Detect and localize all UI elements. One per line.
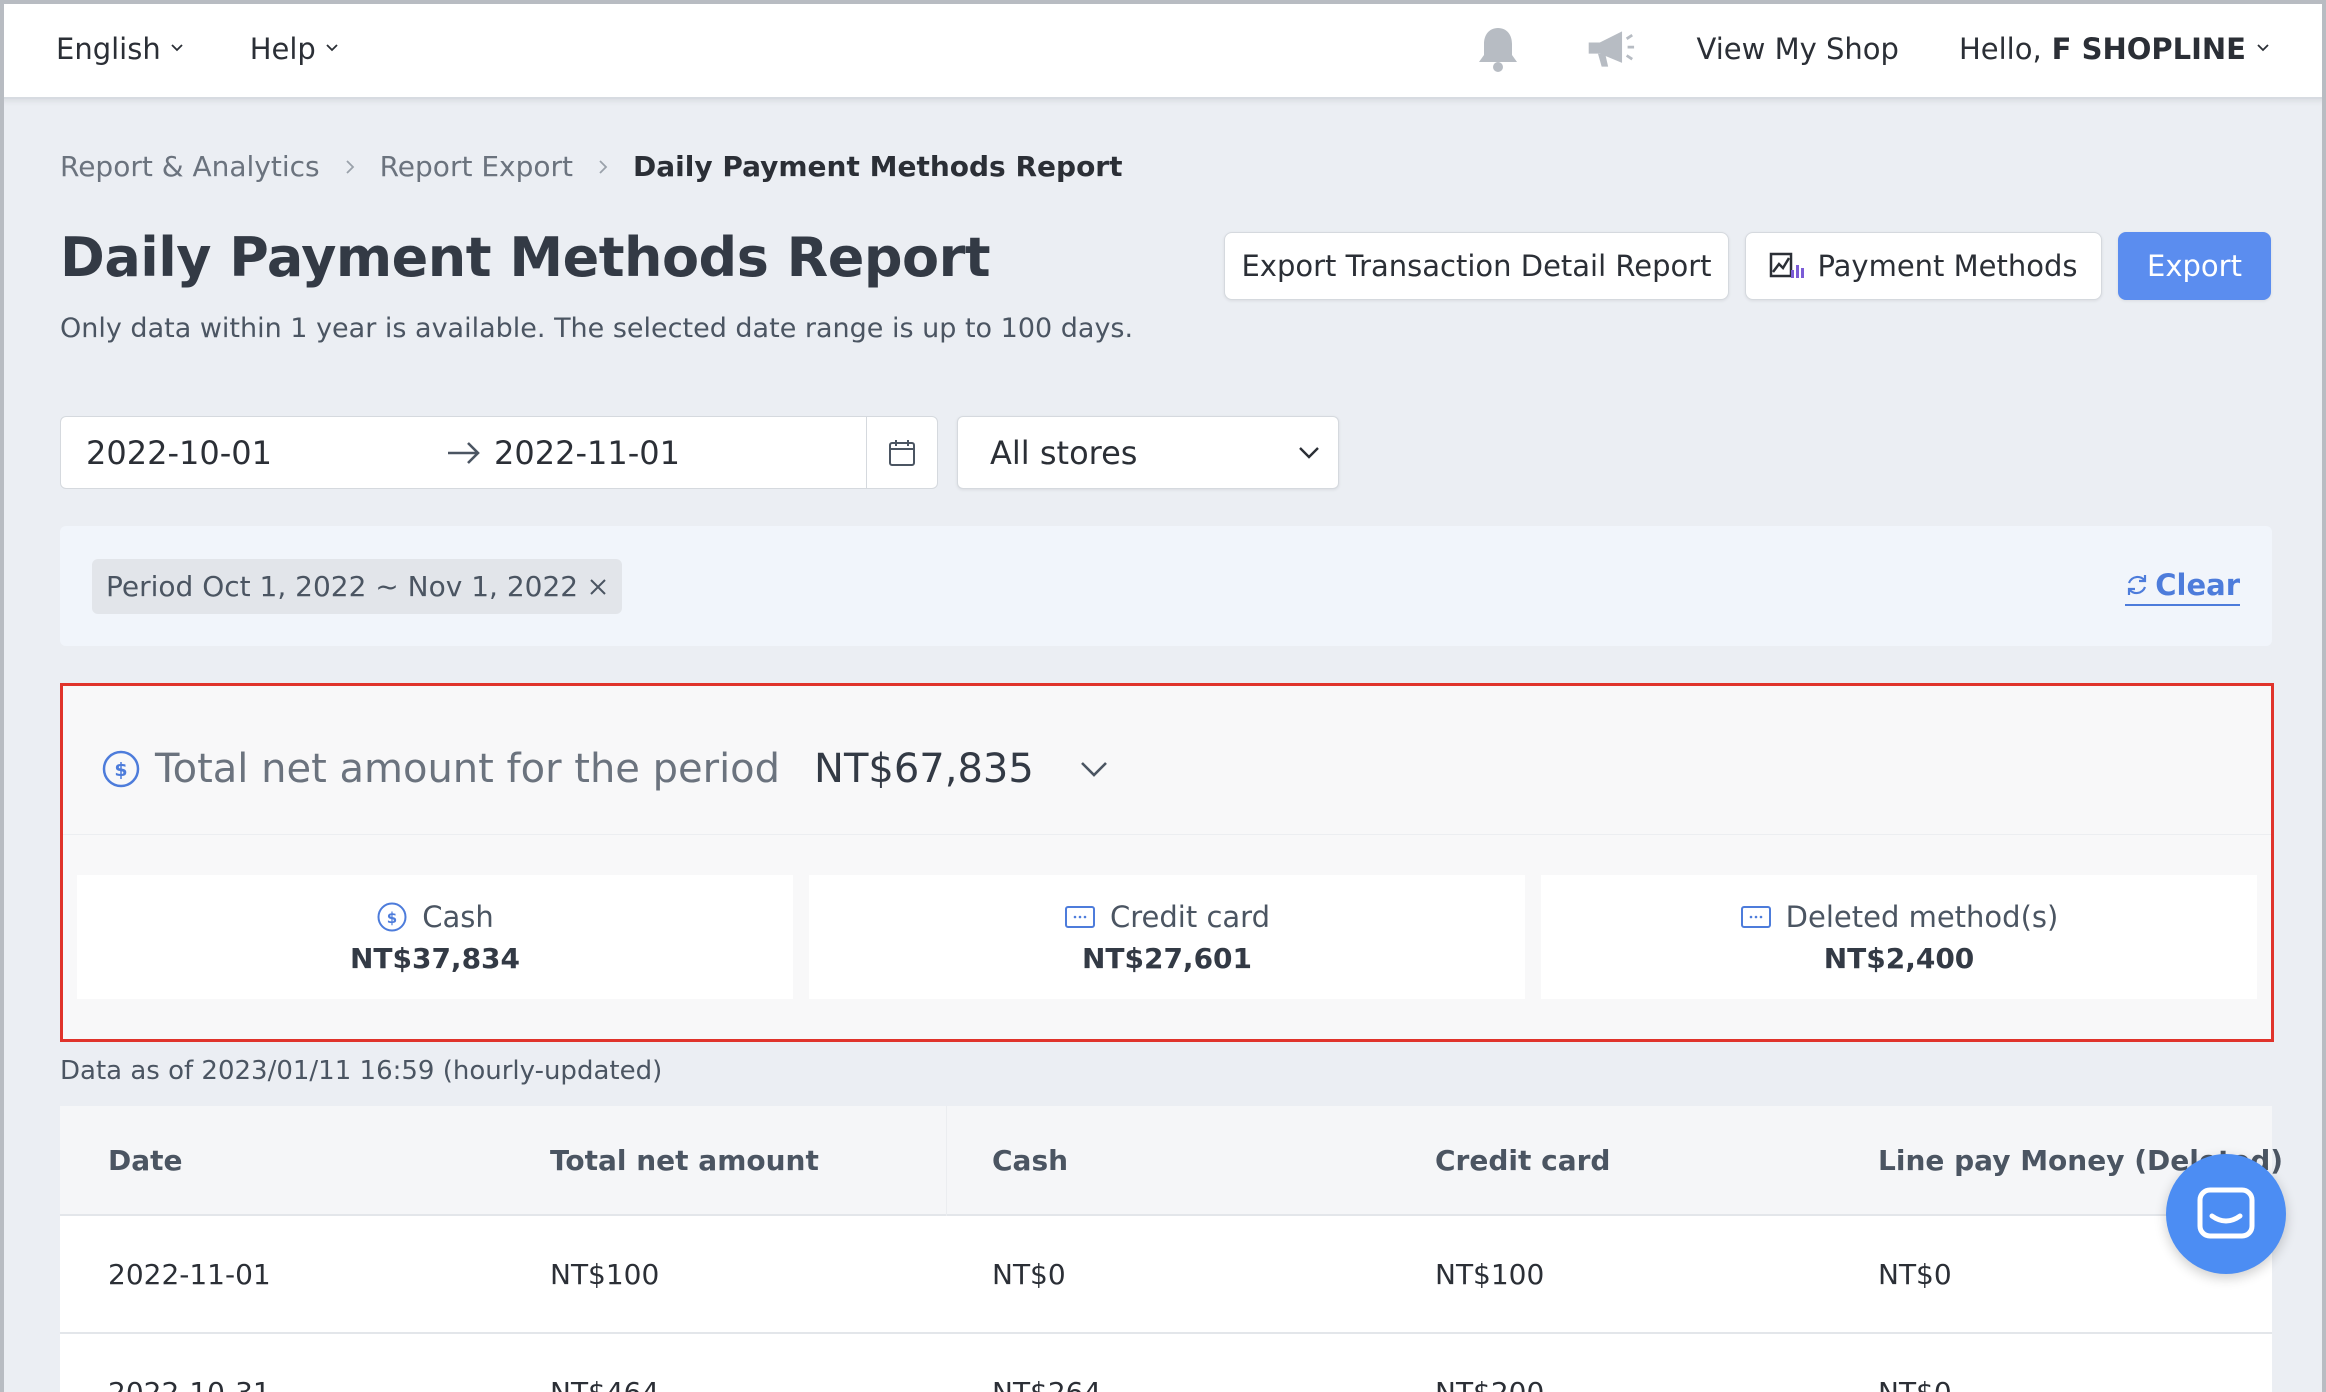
deleted-methods-card: Deleted method(s) NT$2,400 [1541,875,2257,999]
help-label: Help [249,31,316,66]
chevron-right-icon [599,159,608,174]
card-icon [1740,905,1771,928]
chevron-down-icon [1299,446,1319,459]
start-date-input[interactable]: 2022-10-01 [86,434,272,472]
calendar-icon [889,439,915,466]
table-cell: NT$0 [1878,1258,1952,1291]
page-title: Daily Payment Methods Report [60,226,991,289]
clear-filters-button[interactable]: Clear [2125,568,2240,606]
chevron-right-icon [345,159,354,174]
card-amount: NT$27,601 [1081,941,1253,975]
bell-icon[interactable] [1473,24,1523,74]
table-cell: 2022-10-31 [108,1376,271,1392]
clear-label: Clear [2155,568,2240,602]
summary-header[interactable]: $ Total net amount for the period NT$67,… [101,746,1108,792]
table-cell: 2022-11-01 [108,1258,271,1291]
svg-text:$: $ [387,909,397,927]
table-header: Date Total net amount Cash Credit card L… [60,1106,2283,1216]
table-row: 2022-10-31 NT$464 NT$264 NT$200 NT$0 [60,1334,2272,1392]
view-my-shop-link[interactable]: View My Shop [1697,32,1899,66]
column-divider [946,1106,947,1216]
chevron-down-icon[interactable] [1080,760,1108,778]
calendar-button[interactable] [866,417,937,488]
language-dropdown[interactable]: English [56,32,184,66]
breadcrumb-current: Daily Payment Methods Report [632,150,1123,183]
table-cell: NT$0 [1878,1376,1952,1392]
table-cell: NT$464 [550,1376,659,1392]
column-header-credit-card[interactable]: Credit card [1435,1144,1610,1177]
payment-methods-label: Payment Methods [1817,249,2078,283]
chat-icon [2197,1187,2255,1239]
end-date-input[interactable]: 2022-11-01 [494,434,680,472]
table-cell: NT$264 [992,1376,1101,1392]
credit-card-card: Credit card NT$27,601 [809,875,1525,999]
column-header-cash[interactable]: Cash [992,1144,1068,1177]
export-transaction-detail-button[interactable]: Export Transaction Detail Report [1224,232,1729,300]
dollar-circle-icon: $ [102,750,140,788]
card-label: Deleted method(s) [1785,899,2059,934]
store-select-value: All stores [990,433,1138,472]
column-header-date[interactable]: Date [108,1144,183,1177]
refresh-icon [2128,575,2147,595]
chat-launcher-button[interactable] [2166,1154,2286,1274]
greeting-text: Hello, [1958,31,2042,66]
summary-total-value: NT$67,835 [814,746,1034,792]
card-icon [1065,905,1096,928]
report-table: Date Total net amount Cash Credit card L… [60,1106,2283,1392]
store-select[interactable]: All stores [957,416,1339,489]
card-label: Credit card [1110,899,1270,934]
data-as-of-text: Data as of 2023/01/11 16:59 (hourly-upda… [60,1056,663,1086]
table-cell: NT$100 [550,1258,660,1291]
summary-panel: $ Total net amount for the period NT$67,… [60,683,2274,1042]
top-navigation-bar: English Help View My Shop Hello, F SHOPL… [0,0,2326,99]
megaphone-icon[interactable] [1585,24,1635,74]
dollar-circle-icon: $ [377,902,407,931]
breadcrumb-report-analytics[interactable]: Report & Analytics [60,150,320,183]
page-subtitle: Only data within 1 year is available. Th… [60,313,1134,344]
payment-methods-button[interactable]: Payment Methods [1745,232,2102,300]
help-dropdown[interactable]: Help [250,32,339,66]
breadcrumb-report-export[interactable]: Report Export [380,150,573,183]
table-row: 2022-11-01 NT$100 NT$0 NT$100 NT$0 [60,1216,2272,1334]
table-cell: NT$100 [1435,1258,1545,1291]
active-filters-bar: Period Oct 1, 2022 ~ Nov 1, 2022 Clear [60,526,2272,646]
chevron-down-icon [2257,43,2269,51]
payment-method-cards: $ Cash NT$37,834 Credit card NT$27,601 D… [77,875,2257,999]
table-cell: NT$200 [1435,1376,1544,1392]
cash-card: $ Cash NT$37,834 [77,875,793,999]
card-label: Cash [422,899,494,934]
chevron-down-icon [171,43,183,51]
date-range-picker[interactable]: 2022-10-01 2022-11-01 [60,416,938,489]
chevron-down-icon [326,43,338,51]
arrow-right-icon [448,441,480,464]
chart-icon [1770,252,1805,278]
user-menu[interactable]: Hello, F SHOPLINE [1959,32,2270,66]
user-name: F SHOPLINE [2051,31,2246,66]
period-filter-label: Period Oct 1, 2022 ~ Nov 1, 2022 [106,570,579,603]
summary-label: Total net amount for the period [155,746,781,792]
language-label: English [56,31,161,66]
close-icon[interactable] [588,577,608,597]
divider [63,834,2271,835]
svg-text:$: $ [114,759,127,781]
card-amount: NT$37,834 [349,941,521,975]
period-filter-tag: Period Oct 1, 2022 ~ Nov 1, 2022 [92,559,623,614]
table-cell: NT$0 [992,1258,1066,1291]
column-header-total[interactable]: Total net amount [550,1144,819,1177]
card-amount: NT$2,400 [1823,941,1975,975]
export-button[interactable]: Export [2118,232,2271,300]
breadcrumb: Report & Analytics Report Export Daily P… [60,150,1123,183]
